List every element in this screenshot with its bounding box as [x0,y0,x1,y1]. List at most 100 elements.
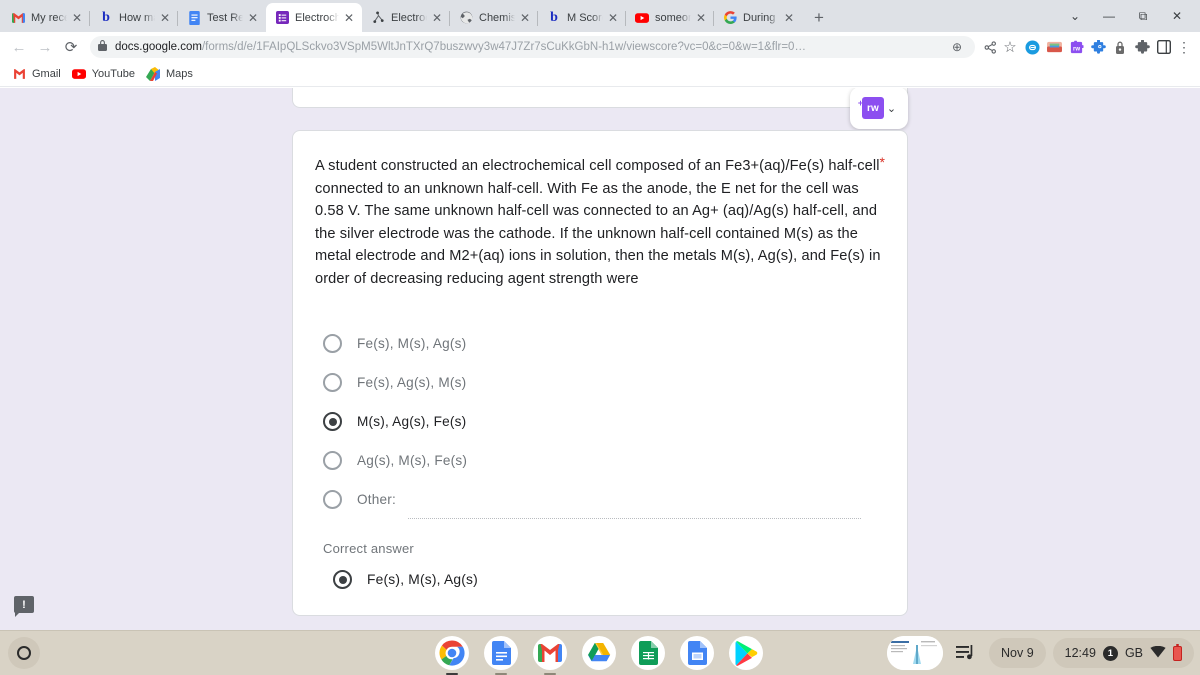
option-row-2-selected[interactable]: M(s), Ag(s), Fe(s) [315,402,883,441]
molecule-icon [371,11,385,25]
bookmark-gmail[interactable]: Gmail [8,65,68,83]
tab-title: My recently [31,11,67,24]
correct-answer-row: Fe(s), M(s), Ag(s) [323,570,883,589]
youtube-icon [635,11,649,25]
bookmark-label: YouTube [91,68,135,80]
browser-tab-0[interactable]: My recently ✕ [2,3,90,32]
browser-tab-1[interactable]: b How many ✕ [89,3,178,32]
browser-tab-4[interactable]: Electrochem ✕ [362,3,450,32]
extension-icons: rw [1022,37,1174,57]
radio-selected-icon[interactable] [323,412,342,431]
shelf-app-play-store[interactable] [729,636,763,670]
tab-title: Electrochem [391,11,427,24]
browser-tab-8[interactable]: During elec ✕ [713,3,802,32]
chevron-down-icon[interactable]: ⌄ [887,102,896,115]
svg-text:rw: rw [1072,45,1079,52]
browser-tab-3-active[interactable]: Electrochem ✕ [266,3,362,32]
other-text-input[interactable] [407,518,861,519]
system-status-pill[interactable]: 12:49 1 GB [1052,638,1194,668]
bookmark-maps[interactable]: Maps [142,65,200,83]
screenshot-extension-icon[interactable] [1044,37,1064,57]
shelf-app-chrome[interactable] [435,636,469,670]
url-text: docs.google.com/forms/d/e/1FAIpQLSckvo3V… [115,41,947,53]
radio-icon[interactable] [323,451,342,470]
option-row-1[interactable]: Fe(s), Ag(s), M(s) [315,363,883,402]
shelf-app-docs[interactable] [484,636,518,670]
shelf-date: Nov 9 [1001,646,1034,660]
option-label: Fe(s), Ag(s), M(s) [357,375,467,390]
forward-icon[interactable]: → [32,34,58,60]
browser-tab-2[interactable]: Test Review ✕ [177,3,266,32]
browser-toolbar: ← → ⟳ docs.google.com/forms/d/e/1FAIpQLS… [0,32,1200,62]
window-preview-thumbnail[interactable] [887,636,943,670]
maximize-button[interactable]: ⧉ [1126,0,1160,32]
tab-title: Chemistry 3 [479,11,515,24]
tab-title: Test Review [207,11,243,24]
feedback-alert-icon[interactable]: ! [14,596,34,617]
option-row-4-other[interactable]: Other: [315,480,883,519]
shelf-status-area: Nov 9 12:49 1 GB [887,636,1194,670]
close-icon[interactable]: ✕ [158,11,172,25]
browser-tab-5[interactable]: Chemistry 3 ✕ [449,3,538,32]
option-row-3[interactable]: Ag(s), M(s), Fe(s) [315,441,883,480]
media-playlist-icon[interactable] [950,637,982,669]
bookmark-label: Maps [165,68,193,80]
radio-icon[interactable] [323,334,342,353]
gmail-icon [11,11,25,25]
browser-tab-6[interactable]: b M Score rel ✕ [537,3,626,32]
close-icon[interactable]: ✕ [518,11,532,25]
shelf-app-slides[interactable] [680,636,714,670]
share-icon[interactable] [980,37,1000,57]
close-icon[interactable]: ✕ [606,11,620,25]
bookmarks-bar: Gmail YouTube Maps [0,62,1200,87]
close-icon[interactable]: ✕ [342,11,356,25]
battery-low-icon [1173,643,1182,661]
brainly-icon: b [102,9,110,25]
radio-selected-icon [333,570,352,589]
gmail-icon [12,67,26,81]
browser-window: My recently ✕ b How many ✕ Test Review ✕… [0,0,1200,630]
readwrite-extension-icon[interactable]: rw [1066,37,1086,57]
shelf-app-sheets[interactable] [631,636,665,670]
link-extension-icon[interactable] [1022,37,1042,57]
minimize-button[interactable]: — [1092,0,1126,32]
url-domain: docs.google.com [115,41,202,53]
correct-answer-label: Fe(s), M(s), Ag(s) [367,572,478,587]
bookmark-youtube[interactable]: YouTube [68,65,142,83]
date-pill[interactable]: Nov 9 [989,638,1046,668]
shelf-time: 12:49 [1064,646,1096,660]
puzzle-blue-extension-icon[interactable] [1088,37,1108,57]
readwrite-extension-icon[interactable]: rw [858,97,884,119]
close-icon[interactable]: ✕ [694,11,708,25]
close-icon[interactable]: ✕ [246,11,260,25]
close-icon[interactable]: ✕ [430,11,444,25]
close-icon[interactable]: ✕ [782,11,796,25]
bookmark-star-icon[interactable]: ☆ [1000,37,1020,57]
side-panel-icon[interactable] [1154,37,1174,57]
shelf-app-drive[interactable] [582,636,616,670]
back-icon[interactable]: ← [6,34,32,60]
shelf-app-list [435,636,763,670]
lock-extension-icon[interactable] [1110,37,1130,57]
zoom-icon[interactable]: ⊕ [947,37,967,57]
option-row-0[interactable]: Fe(s), M(s), Ag(s) [315,324,883,363]
extensions-puzzle-icon[interactable] [1132,37,1152,57]
new-tab-button[interactable]: + [806,4,832,30]
network-label: GB [1124,646,1143,660]
forms-icon [275,11,289,25]
readwrite-widget[interactable]: rw ⌄ [850,88,908,129]
radio-icon[interactable] [323,490,342,509]
form-card-previous-partial [292,88,908,108]
shelf-app-gmail[interactable] [533,636,567,670]
tab-search-button[interactable]: ⌄ [1058,0,1092,32]
address-bar[interactable]: docs.google.com/forms/d/e/1FAIpQLSckvo3V… [90,36,975,58]
close-icon[interactable]: ✕ [70,11,84,25]
close-window-button[interactable]: ✕ [1160,0,1194,32]
launcher-button[interactable] [8,637,40,669]
tab-title: someone b [655,11,691,24]
browser-menu-icon[interactable]: ⋮ [1174,37,1194,57]
radio-icon[interactable] [323,373,342,392]
browser-tab-7[interactable]: someone b ✕ [625,3,714,32]
reload-icon[interactable]: ⟳ [58,34,84,60]
wifi-icon [1150,645,1166,661]
